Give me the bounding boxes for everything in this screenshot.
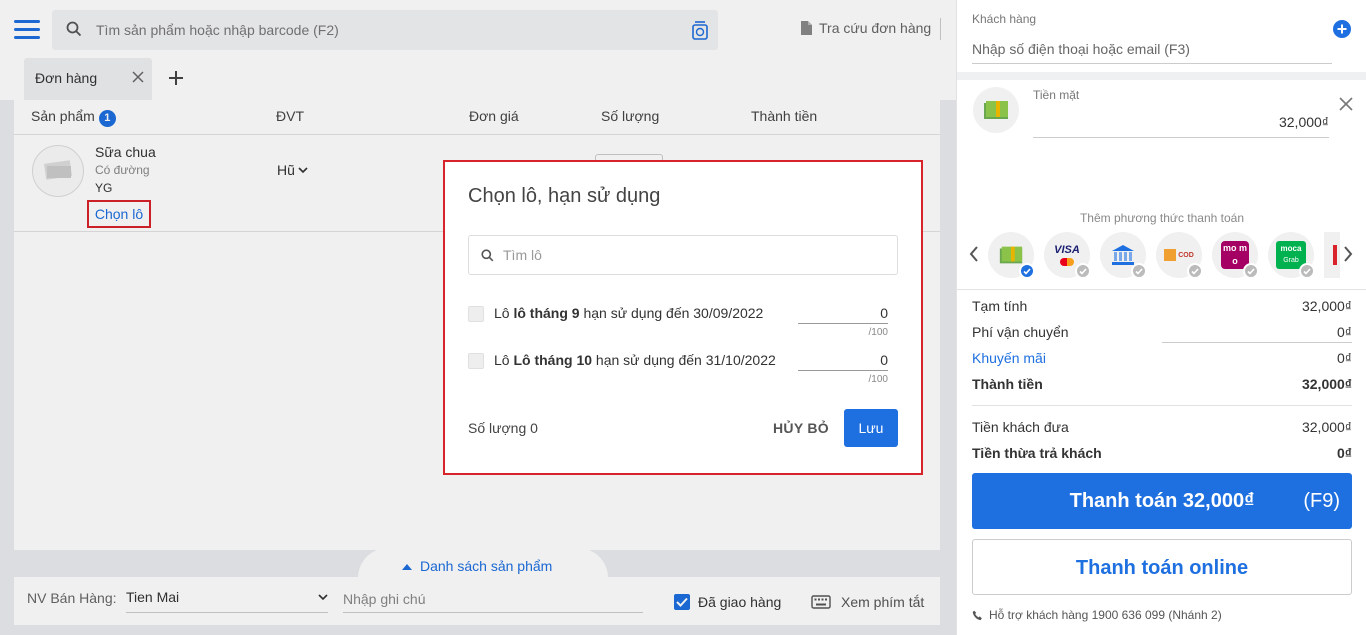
pay-button-label: Thanh toán 32,000₫ bbox=[1069, 490, 1255, 512]
vnpay-icon bbox=[1333, 245, 1337, 265]
bank-icon bbox=[1112, 245, 1134, 265]
change-row: Tiền thừa trả khách 0₫ bbox=[972, 445, 1352, 465]
paid-row: Tiền khách đưa 32,000₫ bbox=[972, 419, 1352, 439]
total-value: 32,000₫ bbox=[1301, 376, 1352, 392]
cash-icon bbox=[973, 87, 1019, 133]
cod-icon: COD bbox=[1164, 249, 1194, 261]
lot-checkbox[interactable] bbox=[468, 306, 484, 322]
lot-checkbox[interactable] bbox=[468, 353, 484, 369]
payment-method-cash[interactable] bbox=[988, 232, 1035, 279]
payment-panel: Khách hàng Tiền mặt 32,000₫ Thêm phương … bbox=[956, 0, 1366, 635]
subtotal-row: Tạm tính 32,000₫ bbox=[972, 298, 1352, 318]
lot-row: Lô lô tháng 9 hạn sử dụng đến 30/09/2022… bbox=[468, 299, 898, 339]
customer-label: Khách hàng bbox=[972, 12, 1037, 26]
pay-online-button[interactable]: Thanh toán online bbox=[972, 539, 1352, 595]
check-icon bbox=[1299, 263, 1315, 279]
close-icon[interactable] bbox=[1339, 97, 1353, 111]
support-text: Hỗ trợ khách hàng 1900 636 099 (Nhánh 2) bbox=[989, 608, 1222, 622]
payment-method-visa[interactable]: VISA bbox=[1044, 232, 1091, 279]
add-payment-method-label: Thêm phương thức thanh toán bbox=[1079, 211, 1245, 225]
change-label: Tiền thừa trả khách bbox=[972, 445, 1102, 461]
lot-max-quantity: /100 bbox=[868, 374, 888, 385]
shipping-row: Phí vận chuyển 0₫ bbox=[972, 324, 1352, 344]
payment-method-moca[interactable]: moca Grab bbox=[1268, 232, 1315, 279]
lot-search bbox=[468, 235, 898, 275]
payment-method-more[interactable] bbox=[1324, 232, 1340, 278]
lot-picker-dialog: Chọn lô, hạn sử dụng Lô lô tháng 9 hạn s… bbox=[443, 160, 923, 475]
chevron-right-icon[interactable] bbox=[1343, 246, 1353, 262]
shipping-fee-input[interactable]: 0₫ bbox=[1337, 324, 1352, 340]
pay-button[interactable]: Thanh toán 32,000₫ (F9) bbox=[972, 473, 1352, 529]
pay-online-label: Thanh toán online bbox=[1075, 557, 1249, 579]
pay-shortcut: (F9) bbox=[1303, 490, 1340, 512]
save-button[interactable]: Lưu bbox=[844, 409, 898, 447]
subtotal-value: 32,000₫ bbox=[1301, 298, 1352, 314]
payment-method-cod[interactable]: COD bbox=[1156, 232, 1203, 279]
lot-row: Lô Lô tháng 10 hạn sử dụng đến 31/10/202… bbox=[468, 346, 898, 386]
promo-row: Khuyến mãi 0₫ bbox=[972, 350, 1352, 370]
promo-link[interactable]: Khuyến mãi bbox=[972, 350, 1046, 366]
change-value: 0₫ bbox=[1337, 445, 1352, 461]
lot-search-input[interactable] bbox=[503, 236, 883, 274]
paid-label: Tiền khách đưa bbox=[972, 419, 1069, 435]
visa-icon: VISA bbox=[1054, 244, 1080, 266]
paid-value: 32,000₫ bbox=[1301, 419, 1352, 435]
divider bbox=[957, 72, 1366, 80]
support-info: Hỗ trợ khách hàng 1900 636 099 (Nhánh 2) bbox=[972, 608, 1222, 622]
cash-label: Tiền mặt bbox=[1033, 88, 1080, 102]
payment-method-momo[interactable]: mo mo bbox=[1212, 232, 1259, 279]
lot-max-quantity: /100 bbox=[868, 327, 888, 338]
check-icon bbox=[1187, 263, 1203, 279]
divider bbox=[972, 405, 1352, 406]
payment-methods: VISA COD mo mo moca Grab bbox=[957, 230, 1366, 282]
dialog-title: Chọn lô, hạn sử dụng bbox=[468, 185, 661, 207]
add-customer-icon[interactable] bbox=[1333, 20, 1351, 38]
check-icon bbox=[1075, 263, 1091, 279]
search-icon bbox=[481, 249, 494, 262]
cash-icon bbox=[999, 246, 1023, 264]
divider bbox=[957, 289, 1366, 290]
cancel-button[interactable]: HỦY BỎ bbox=[773, 420, 829, 436]
payment-method-bank[interactable] bbox=[1100, 232, 1147, 279]
shipping-underline bbox=[1162, 342, 1352, 343]
selected-quantity-total: Số lượng 0 bbox=[468, 420, 538, 436]
promo-value: 0₫ bbox=[1337, 350, 1352, 366]
cash-amount-input[interactable]: 32,000₫ bbox=[1033, 110, 1329, 138]
lot-quantity-input[interactable] bbox=[798, 302, 888, 324]
lot-label: Lô lô tháng 9 hạn sử dụng đến 30/09/2022 bbox=[494, 305, 764, 321]
lot-quantity-input[interactable] bbox=[798, 349, 888, 371]
phone-icon bbox=[972, 610, 982, 620]
lot-label: Lô Lô tháng 10 hạn sử dụng đến 31/10/202… bbox=[494, 352, 776, 368]
check-icon bbox=[1243, 263, 1259, 279]
shipping-label: Phí vận chuyển bbox=[972, 324, 1069, 340]
check-icon bbox=[1131, 263, 1147, 279]
subtotal-label: Tạm tính bbox=[972, 298, 1028, 314]
total-label: Thành tiền bbox=[972, 376, 1043, 392]
chevron-left-icon[interactable] bbox=[969, 246, 979, 262]
total-row: Thành tiền 32,000₫ bbox=[972, 376, 1352, 396]
customer-input[interactable] bbox=[972, 34, 1332, 64]
check-icon bbox=[1019, 263, 1035, 279]
